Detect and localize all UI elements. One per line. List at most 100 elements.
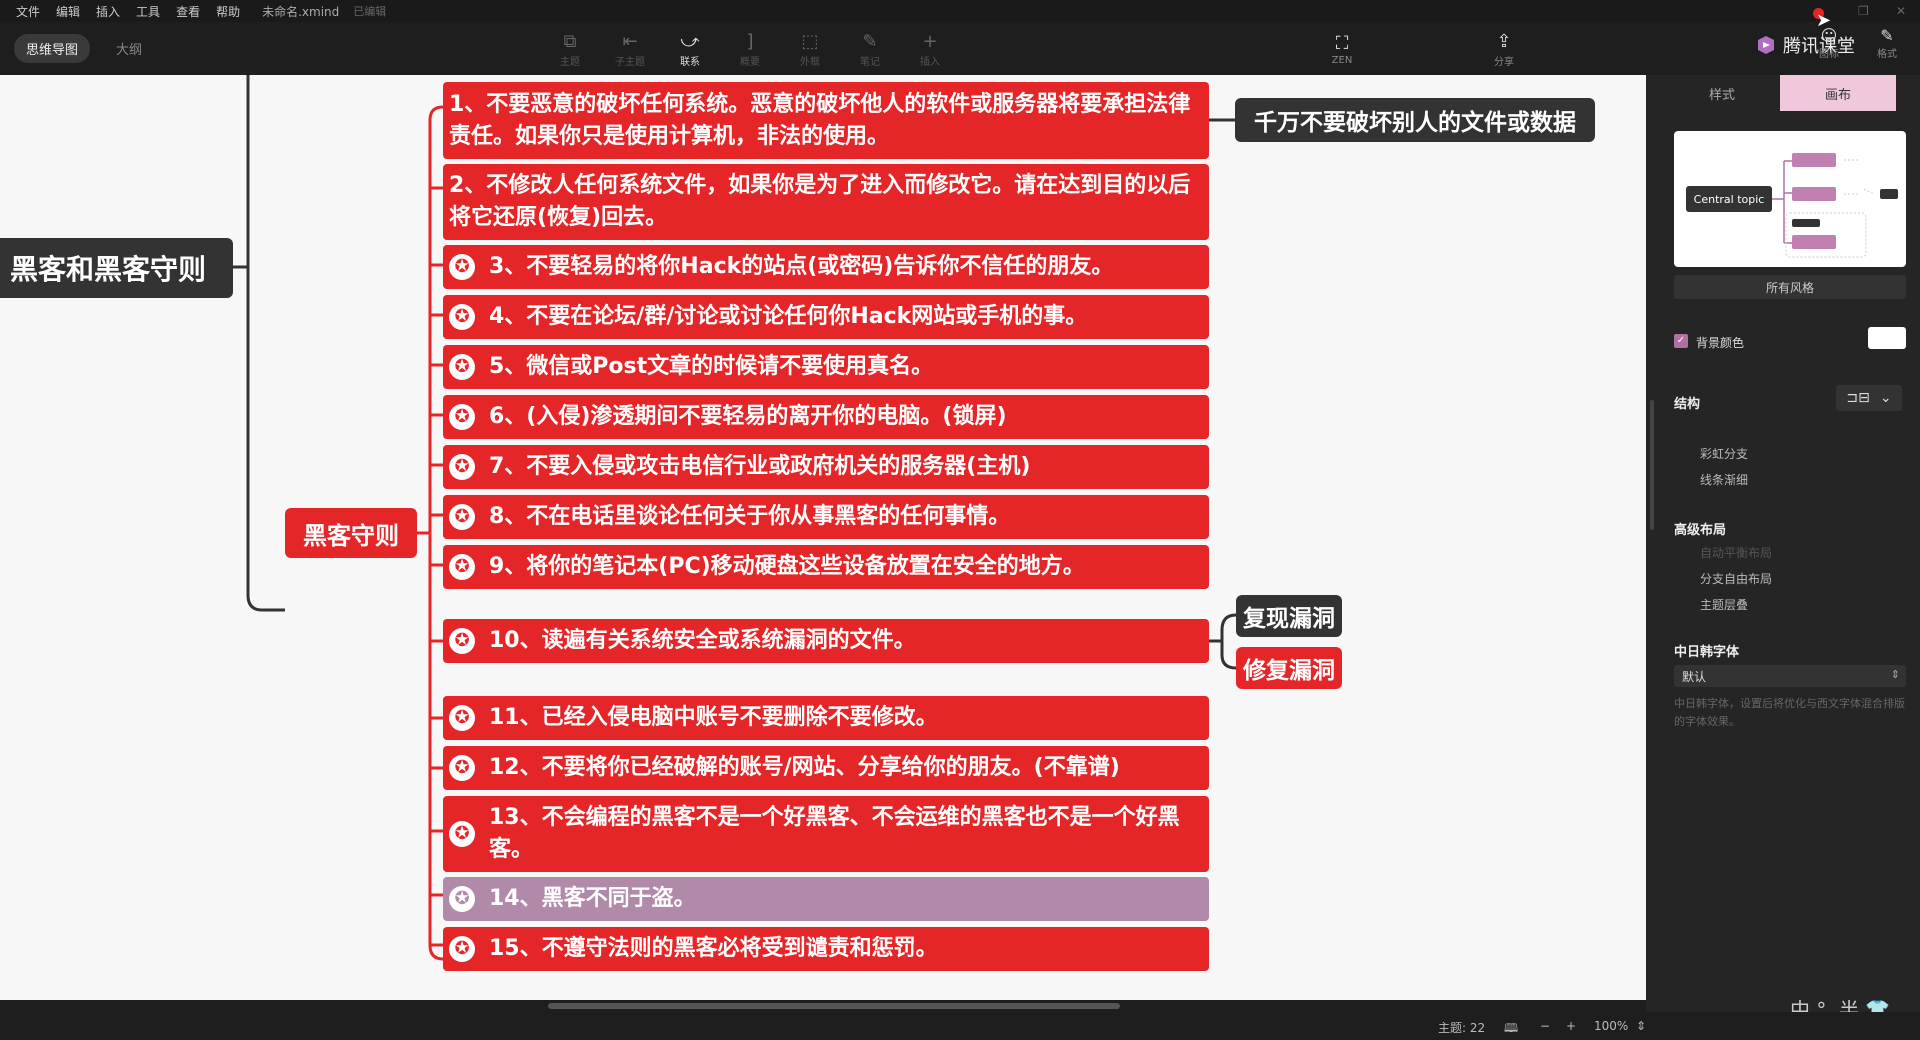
cjk-font-heading: 中日韩字体: [1674, 645, 1740, 660]
menu-help[interactable]: 帮助: [216, 3, 240, 20]
star-icon: ✪: [449, 936, 475, 962]
rule-item[interactable]: ✪ 7、不要入侵或攻击电信行业或政府机关的服务器(主机): [443, 445, 1209, 489]
note-reproduce-vuln[interactable]: 复现漏洞: [1236, 595, 1342, 637]
subtopic-hacker-rules[interactable]: 黑客守则: [285, 508, 417, 558]
rule-text: 2、不修改人任何系统文件，如果你是为了进入而修改它。请在达到目的以后将它还原(恢…: [449, 173, 1191, 230]
rule-text: 1、不要恶意的破坏任何系统。恶意的破坏他人的软件或服务器将要承担法律责任。如果你…: [449, 91, 1191, 149]
format-panel-button[interactable]: ✎ 格式: [1864, 26, 1910, 60]
root-topic[interactable]: 黑客和黑客守则: [0, 238, 233, 298]
structure-select[interactable]: ⊐⊟ ⌄: [1836, 385, 1902, 411]
mouse-cursor-icon: ➤: [1816, 10, 1832, 31]
outline-book-icon[interactable]: 🕮: [1504, 1019, 1518, 1040]
menu-tools[interactable]: 工具: [136, 3, 160, 20]
note-dont-destroy-data[interactable]: 千万不要破坏别人的文件或数据: [1235, 98, 1595, 142]
insert-tools: ⧉ 主题 ⇤ 子主题 ⤻ 联系 ] 概要 ⬚ 外框 ✎ 笔记 + 插入: [540, 26, 960, 72]
summary-button[interactable]: ] 概要: [720, 26, 780, 72]
all-styles-button[interactable]: 所有风格: [1674, 275, 1906, 299]
rule-item-selected[interactable]: ✪ 14、黑客不同于盗。: [443, 877, 1209, 921]
free-layout-option[interactable]: 分支自由布局: [1700, 570, 1772, 587]
rule-item[interactable]: ✪ 4、不要在论坛/群/讨论或讨论任何你Hack网站或手机的事。: [443, 295, 1209, 339]
cjk-font-select[interactable]: 默认 ⇕: [1674, 665, 1906, 687]
rule-text: 3、不要轻易的将你Hack的站点(或密码)告诉你不信任的朋友。: [489, 254, 1114, 279]
rule-item[interactable]: ✪ 10、读遍有关系统安全或系统漏洞的文件。: [443, 619, 1209, 663]
boundary-label: 外框: [800, 56, 820, 68]
panel-scrollbar[interactable]: [1650, 400, 1654, 530]
icon-panel-button[interactable]: ☺ 图标: [1806, 26, 1852, 60]
menu-view[interactable]: 查看: [176, 3, 200, 20]
bg-color-swatch[interactable]: [1868, 327, 1906, 349]
rule-item[interactable]: ✪ 6、(入侵)渗透期间不要轻易的离开你的电脑。(锁屏): [443, 395, 1209, 439]
rule-item[interactable]: ✪ 5、微信或Post文章的时候请不要使用真名。: [443, 345, 1209, 389]
menu-edit[interactable]: 编辑: [56, 3, 80, 20]
zoom-level[interactable]: 100%: [1594, 1019, 1628, 1033]
rule-item[interactable]: 2、不修改人任何系统文件，如果你是为了进入而修改它。请在达到目的以后将它还原(恢…: [443, 164, 1209, 240]
brand-logo-icon: [1758, 36, 1774, 54]
rule-text: 4、不要在论坛/群/讨论或讨论任何你Hack网站或手机的事。: [489, 304, 1088, 329]
star-icon: ✪: [449, 705, 475, 731]
star-icon: ✪: [449, 628, 475, 654]
tab-style[interactable]: 样式: [1664, 75, 1780, 111]
rule-item[interactable]: ✪ 15、不遵守法则的黑客必将受到谴责和惩罚。: [443, 927, 1209, 971]
bg-color-checkbox[interactable]: ✓: [1674, 334, 1688, 348]
note-fix-vuln[interactable]: 修复漏洞: [1236, 647, 1342, 689]
boundary-button[interactable]: ⬚ 外框: [780, 26, 840, 72]
horizontal-scrollbar[interactable]: [0, 1000, 1646, 1012]
relationship-button[interactable]: ⤻ 联系: [660, 26, 720, 72]
scrollbar-thumb[interactable]: [548, 1003, 1120, 1009]
insert-icon: +: [922, 30, 938, 52]
rule-item[interactable]: ✪ 3、不要轻易的将你Hack的站点(或密码)告诉你不信任的朋友。: [443, 245, 1209, 289]
summary-label: 概要: [740, 56, 760, 68]
note-button[interactable]: ✎ 笔记: [840, 26, 900, 72]
subtopic-icon: ⇤: [622, 30, 638, 52]
close-icon[interactable]: ✕: [1896, 4, 1906, 18]
rule-item[interactable]: ✪ 13、不会编程的黑客不是一个好黑客、不会运维的黑客也不是一个好黑客。: [443, 796, 1209, 872]
rule-item[interactable]: ✪ 9、将你的笔记本(PC)移动硬盘这些设备放置在安全的地方。: [443, 545, 1209, 589]
advanced-layout-heading: 高级布局: [1674, 523, 1727, 538]
theme-preview[interactable]: Central topic: [1674, 131, 1906, 267]
share-label: 分享: [1494, 56, 1514, 68]
auto-balance-option[interactable]: 自动平衡布局: [1700, 544, 1772, 561]
rule-item[interactable]: ✪ 8、不在电话里谈论任何关于你从事黑客的任何事情。: [443, 495, 1209, 539]
tab-outline[interactable]: 大纲: [104, 34, 154, 63]
pin-icon: ✎: [1880, 26, 1894, 45]
zoom-stepper-icon[interactable]: ⇕: [1636, 1019, 1646, 1033]
restore-icon[interactable]: ❐: [1858, 4, 1869, 18]
menu-file[interactable]: 文件: [16, 3, 40, 20]
tab-mindmap[interactable]: 思维导图: [14, 34, 91, 63]
format-panel-label: 格式: [1877, 49, 1897, 60]
rule-text: 9、将你的笔记本(PC)移动硬盘这些设备放置在安全的地方。: [489, 554, 1085, 579]
rule-item[interactable]: 1、不要恶意的破坏任何系统。恶意的破坏他人的软件或服务器将要承担法律责任。如果你…: [443, 82, 1209, 159]
zoom-out-icon[interactable]: −: [1540, 1019, 1550, 1033]
rule-text: 5、微信或Post文章的时候请不要使用真名。: [489, 354, 934, 379]
rule-text: 6、(入侵)渗透期间不要轻易的离开你的电脑。(锁屏): [489, 404, 1007, 429]
icon-panel-label: 图标: [1819, 49, 1839, 60]
format-panel: 样式 画布 Central topic 所有风格 ✓ 背景颜色 结构 ⊐⊟ ⌄ …: [1646, 75, 1920, 1012]
mindmap-canvas[interactable]: 黑客和黑客守则 黑客守则 1、不要恶意的破坏任何系统。恶意的破坏他人的软件或服务…: [0, 75, 1646, 1000]
tab-canvas[interactable]: 画布: [1780, 75, 1896, 111]
insert-button[interactable]: + 插入: [900, 26, 960, 72]
rule-text: 11、已经入侵电脑中账号不要删除不要修改。: [489, 705, 938, 730]
file-name: 未命名.xmind: [262, 4, 340, 19]
topic-button[interactable]: ⧉ 主题: [540, 26, 600, 72]
save-status: 已编辑: [353, 5, 387, 18]
rule-text: 7、不要入侵或攻击电信行业或政府机关的服务器(主机): [489, 454, 1031, 479]
relationship-label: 联系: [680, 56, 700, 68]
share-button[interactable]: ⇪ 分享: [1474, 26, 1534, 72]
rule-item[interactable]: ✪ 12、不要将你已经破解的账号/网站、分享给你的朋友。(不靠谱): [443, 746, 1209, 790]
zoom-in-icon[interactable]: +: [1566, 1019, 1576, 1033]
share-icon: ⇪: [1496, 30, 1512, 52]
preview-central-topic: Central topic: [1686, 186, 1772, 212]
rule-text: 15、不遵守法则的黑客必将受到谴责和惩罚。: [489, 936, 938, 961]
star-icon: ✪: [449, 454, 475, 480]
rainbow-branch-option[interactable]: 彩虹分支: [1700, 445, 1748, 462]
topic-overlap-option[interactable]: 主题层叠: [1700, 596, 1748, 613]
star-icon: ✪: [449, 821, 475, 847]
star-icon: ✪: [449, 354, 475, 380]
rule-item[interactable]: ✪ 11、已经入侵电脑中账号不要删除不要修改。: [443, 696, 1209, 740]
subtopic-button[interactable]: ⇤ 子主题: [600, 26, 660, 72]
zen-button[interactable]: ⛶ ZEN: [1312, 26, 1372, 72]
chevron-down-icon: ⌄: [1879, 390, 1892, 406]
insert-label: 插入: [920, 56, 940, 68]
menu-insert[interactable]: 插入: [96, 3, 120, 20]
line-taper-option[interactable]: 线条渐细: [1700, 471, 1748, 488]
